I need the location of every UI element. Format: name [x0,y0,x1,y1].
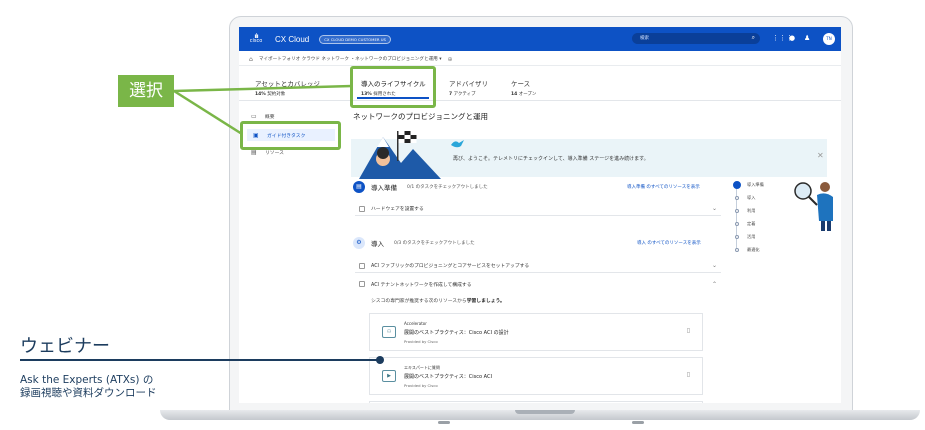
view-implement-resources-link[interactable]: 導入 のすべてのリソースを表示 [637,240,701,246]
breadcrumb-path[interactable]: マイポートフォリオ クラウド ネットワーク ・ネットワークのプロビジョニングと運… [259,56,442,62]
tenant-selector[interactable]: CX CLOUD DEMO CUSTOMER US [319,34,391,44]
highlight-adoption-tab [350,66,436,108]
video-icon: ▶ [382,370,396,382]
task-checkbox[interactable] [359,262,365,269]
select-callout: 選択 [118,75,174,107]
step-engage[interactable]: 定着 [735,221,755,227]
magnifier-person-illustration [794,182,833,231]
search-icon[interactable]: ⌕ [752,34,755,42]
laptop-foot [632,421,644,424]
section-onboarding-header[interactable]: ▤ 導入準備 0/1 のタスクをチェックアウトしました [353,181,488,193]
learn-intro-text: シスコの専門家が推奨する次のリソースから学習しましょう。 [371,299,505,304]
task-row[interactable]: ACI ファブリックのプロビジョニングとコアサービスをセットアップする ⌄ [355,259,721,273]
app-screen: ıılıı cisco CX Cloud CX CLOUD DEMO CUSTO… [239,27,841,403]
accelerator-icon: ⚇ [382,326,396,338]
app-title: CX Cloud [275,34,310,44]
search-input[interactable]: 検索 ⌕ [632,33,760,44]
view-onboarding-resources-link[interactable]: 導入準備 のすべてのリソースを表示 [627,184,700,190]
step-adopt[interactable]: 活用 [735,234,755,240]
webinar-description: Ask the Experts (ATXs) の 録画視聴や資料ダウンロード [20,374,157,399]
step-onboard[interactable]: 導入準備 [733,181,764,189]
users-icon[interactable]: ♟ [804,34,810,43]
breadcrumb: ⌂ マイポートフォリオ クラウド ネットワーク ・ネットワークのプロビジョニング… [239,53,841,66]
chevron-down-icon[interactable]: ⌄ [712,205,717,212]
task-row[interactable]: ACI テナントネットワークを作成して構成する ⌃ [355,277,721,291]
mountain-flag-illustration [359,131,441,179]
clipboard-icon: ▤ [353,181,365,193]
overview-icon: ▭ [251,113,257,120]
sidebar-item-resources[interactable]: ▤ リソース [251,149,284,156]
step-use[interactable]: 利用 [735,208,755,214]
task-checkbox[interactable] [359,205,365,212]
task-row[interactable]: ハードウェアを設置する ⌄ [355,202,721,216]
chevron-down-icon[interactable]: ⌄ [712,262,717,269]
tab-bar: アセットとカバレッジ 14% 契約対象 導入のライフサイクル 13% 採用された… [239,75,841,101]
top-navigation-bar: ıılıı cisco CX Cloud CX CLOUD DEMO CUSTO… [239,27,841,51]
bird-icon [451,140,464,148]
avatar[interactable]: TN [823,33,835,45]
resources-icon: ▤ [251,149,257,156]
webinar-heading: ウェビナー [20,336,110,357]
step-implement[interactable]: 導入 [735,195,755,201]
implement-icon: ⚙ [353,237,365,249]
close-icon[interactable]: ✕ [817,151,824,160]
step-optimize[interactable]: 最適化 [735,247,760,253]
resource-card[interactable]: ▶ エキスパートに質問 展開のベストプラクティス：Cisco ACI Provi… [369,357,703,395]
page-title: ネットワークのプロビジョニングと運用 [353,112,488,121]
resource-card[interactable]: ⚇ Accelerator 展開のベストプラクティス：Cisco ACI の設計… [369,313,703,351]
add-icon[interactable]: ⊕ [448,56,453,63]
sidebar-item-overview[interactable]: ▭ 概要 [251,113,275,120]
cisco-logo: ıılıı cisco [249,33,263,44]
laptop-notch [515,410,575,414]
bookmark-icon[interactable]: ▯ [687,327,690,334]
resource-card[interactable] [369,401,703,403]
tab-advisories[interactable]: アドバイザリ 7 アクティブ [449,78,488,97]
bookmark-icon[interactable]: ▯ [687,371,690,378]
highlight-guided-tasks [240,121,341,150]
chevron-up-icon[interactable]: ⌃ [712,281,717,288]
laptop-foot [438,421,450,424]
home-icon[interactable]: ⌂ [249,56,253,63]
section-implement-header[interactable]: ⚙ 導入 0/3 のタスクをチェックアウトしました [353,237,475,249]
task-checkbox[interactable] [359,281,365,287]
tab-cases[interactable]: ケース 14 オープン [511,78,536,97]
help-icon[interactable]: ● [789,34,795,43]
tab-assets-coverage[interactable]: アセットとカバレッジ 14% 契約対象 [255,78,320,97]
banner-message: 再び、ようこそ。テレメトリにチェックインして、導入準備 ステージを進み続けます。 [453,156,649,162]
